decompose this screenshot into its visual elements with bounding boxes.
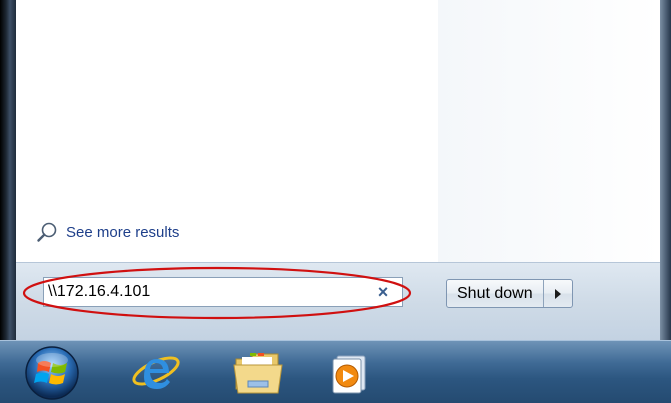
folder-icon[interactable] [230,347,286,399]
chevron-right-icon [554,288,561,299]
search-icon [37,222,57,242]
taskbar [0,340,671,403]
search-input[interactable]: \\172.16.4.101 × [43,277,403,307]
see-more-results-label: See more results [66,223,180,241]
media-player-icon[interactable] [327,353,371,395]
start-menu-screen: See more results \\172.16.4.101 × Shut d… [0,0,671,403]
shutdown-button[interactable]: Shut down [447,280,544,307]
internet-explorer-icon[interactable] [130,349,182,397]
clear-icon[interactable]: × [372,281,394,303]
start-menu-right-panel [438,0,660,262]
shutdown-options-button[interactable] [544,280,572,307]
shutdown-label: Shut down [457,284,533,302]
windows-logo-icon[interactable] [22,345,82,401]
search-input-value: \\172.16.4.101 [48,283,151,300]
start-menu-right-frame [660,0,671,340]
shutdown-control: Shut down [446,279,573,308]
start-menu-left-frame [0,0,16,340]
see-more-results-link[interactable]: See more results [36,222,179,242]
